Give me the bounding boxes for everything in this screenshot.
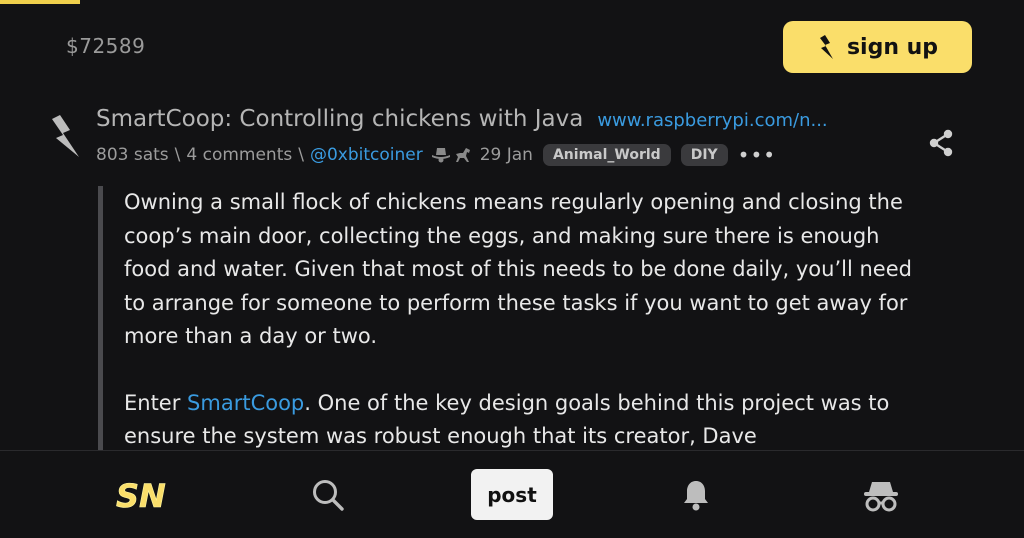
tag-diy[interactable]: DIY (680, 144, 728, 166)
cowboy-hat-icon (431, 148, 450, 163)
item-user[interactable]: @0xbitcoiner (310, 145, 423, 165)
header: $72589 sign up (0, 0, 1024, 95)
svg-text:SN: SN (116, 477, 166, 515)
smartcoop-link[interactable]: SmartCoop (187, 391, 304, 415)
post-button[interactable]: post (471, 469, 553, 520)
paragraph: Owning a small flock of chickens means r… (124, 190, 912, 348)
sign-up-button[interactable]: sign up (783, 21, 972, 73)
user-badges (431, 146, 473, 164)
btc-price[interactable]: $72589 (66, 34, 145, 58)
item-title[interactable]: SmartCoop: Controlling chickens with Jav… (96, 106, 583, 132)
meta-separator: \ (298, 145, 304, 165)
share-icon[interactable] (928, 129, 954, 157)
bottom-nav: SN post (0, 450, 1024, 538)
home-logo-icon[interactable]: SN (113, 473, 173, 517)
item-domain-link[interactable]: www.raspberrypi.com/n... (597, 110, 827, 131)
more-options-icon[interactable]: ••• (738, 145, 776, 165)
item-sats: 803 sats (96, 145, 169, 165)
meta-separator: \ (174, 145, 181, 165)
incognito-icon[interactable] (862, 479, 900, 513)
lightning-icon (819, 35, 833, 59)
item-date: 29 Jan (479, 145, 533, 165)
bell-icon[interactable] (680, 477, 712, 513)
tag-animal-world[interactable]: Animal_World (542, 144, 671, 166)
text-fragment: Enter (124, 390, 188, 415)
sign-up-label: sign up (846, 34, 939, 60)
item-title-row: SmartCoop: Controlling chickens with Jav… (96, 106, 828, 132)
item-comments[interactable]: 4 comments (186, 145, 292, 165)
paragraph: Enter SmartCoop. One of the key design g… (124, 387, 928, 454)
page: $72589 sign up SmartCoop: Controlling ch… (0, 0, 1024, 538)
horse-icon (455, 148, 470, 162)
item-text: Owning a small flock of chickens means r… (98, 186, 928, 456)
bolt-icon (52, 115, 79, 157)
item-meta: 803 sats \ 4 comments \ @0xbitcoiner 29 … (96, 144, 776, 166)
search-icon[interactable] (310, 477, 346, 513)
